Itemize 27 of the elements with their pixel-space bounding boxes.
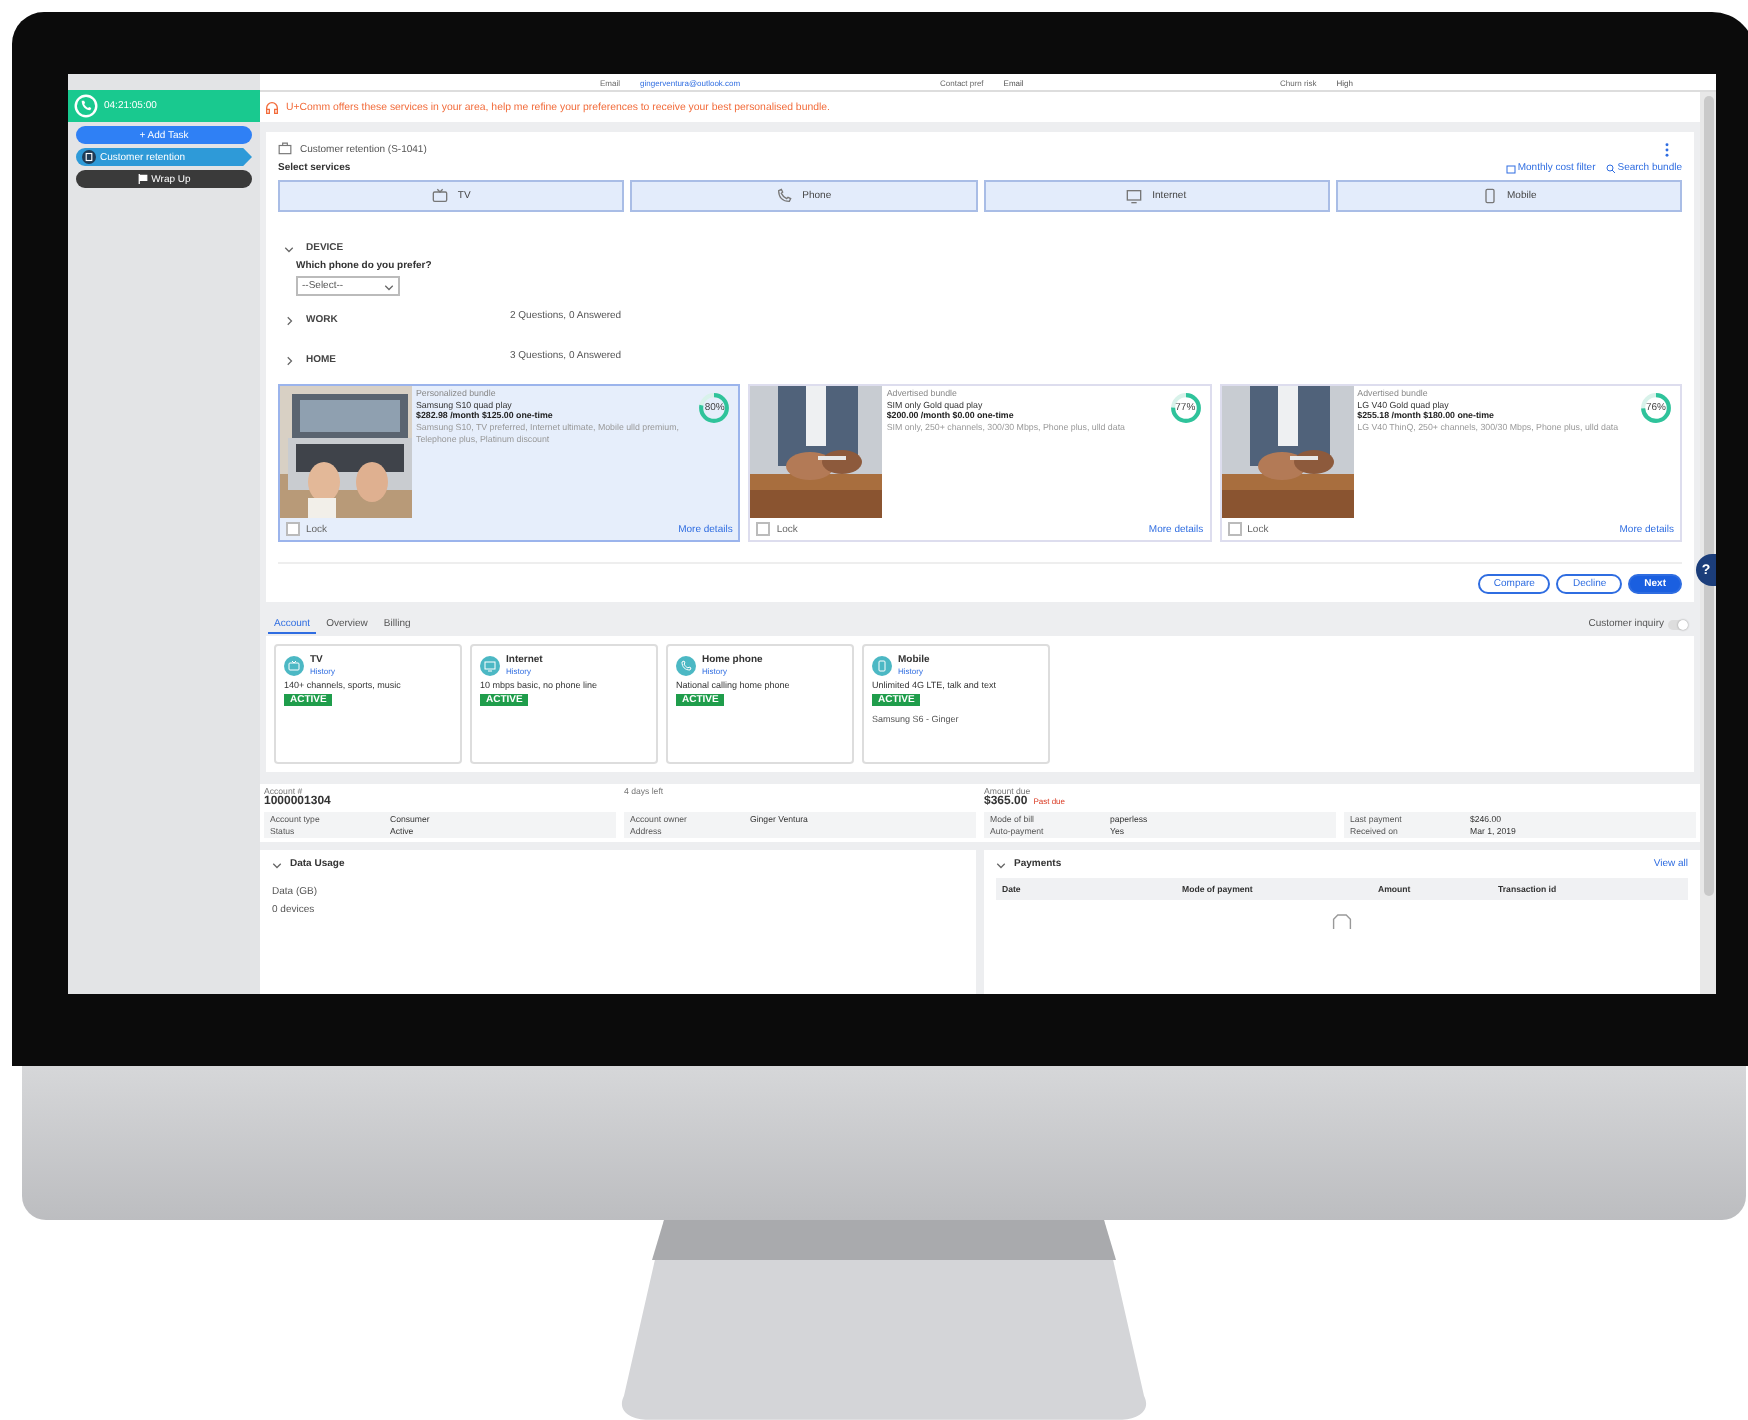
chevron-down-icon[interactable] <box>996 859 1006 869</box>
monitor-icon <box>484 659 496 671</box>
lock-checkbox[interactable] <box>756 522 771 536</box>
lock-checkbox[interactable] <box>1227 522 1242 536</box>
more-icon[interactable] <box>1664 141 1670 157</box>
phone-icon <box>74 94 98 118</box>
calendar-icon <box>1505 163 1516 173</box>
empty-tray-icon <box>1328 914 1356 930</box>
briefcase-icon <box>278 142 292 156</box>
clipboard-icon <box>82 150 96 164</box>
tv-icon <box>288 659 300 671</box>
chevron-right-icon[interactable] <box>284 355 294 365</box>
flag-icon <box>137 174 148 184</box>
chevron-down-icon[interactable] <box>272 859 282 869</box>
monitor-icon <box>1126 188 1143 204</box>
headset-icon <box>264 99 280 115</box>
chevron-down-icon[interactable] <box>284 243 294 253</box>
phone-icon <box>680 659 692 671</box>
chevron-right-icon[interactable] <box>284 315 294 325</box>
lock-checkbox[interactable] <box>286 522 300 536</box>
mobile-icon <box>1481 188 1497 204</box>
search-icon <box>1605 163 1616 173</box>
inquiry-toggle[interactable] <box>1668 619 1688 629</box>
chevron-down-icon <box>384 281 394 291</box>
phone-icon <box>776 188 793 204</box>
tv-icon <box>431 188 448 204</box>
mobile-icon <box>876 659 888 671</box>
